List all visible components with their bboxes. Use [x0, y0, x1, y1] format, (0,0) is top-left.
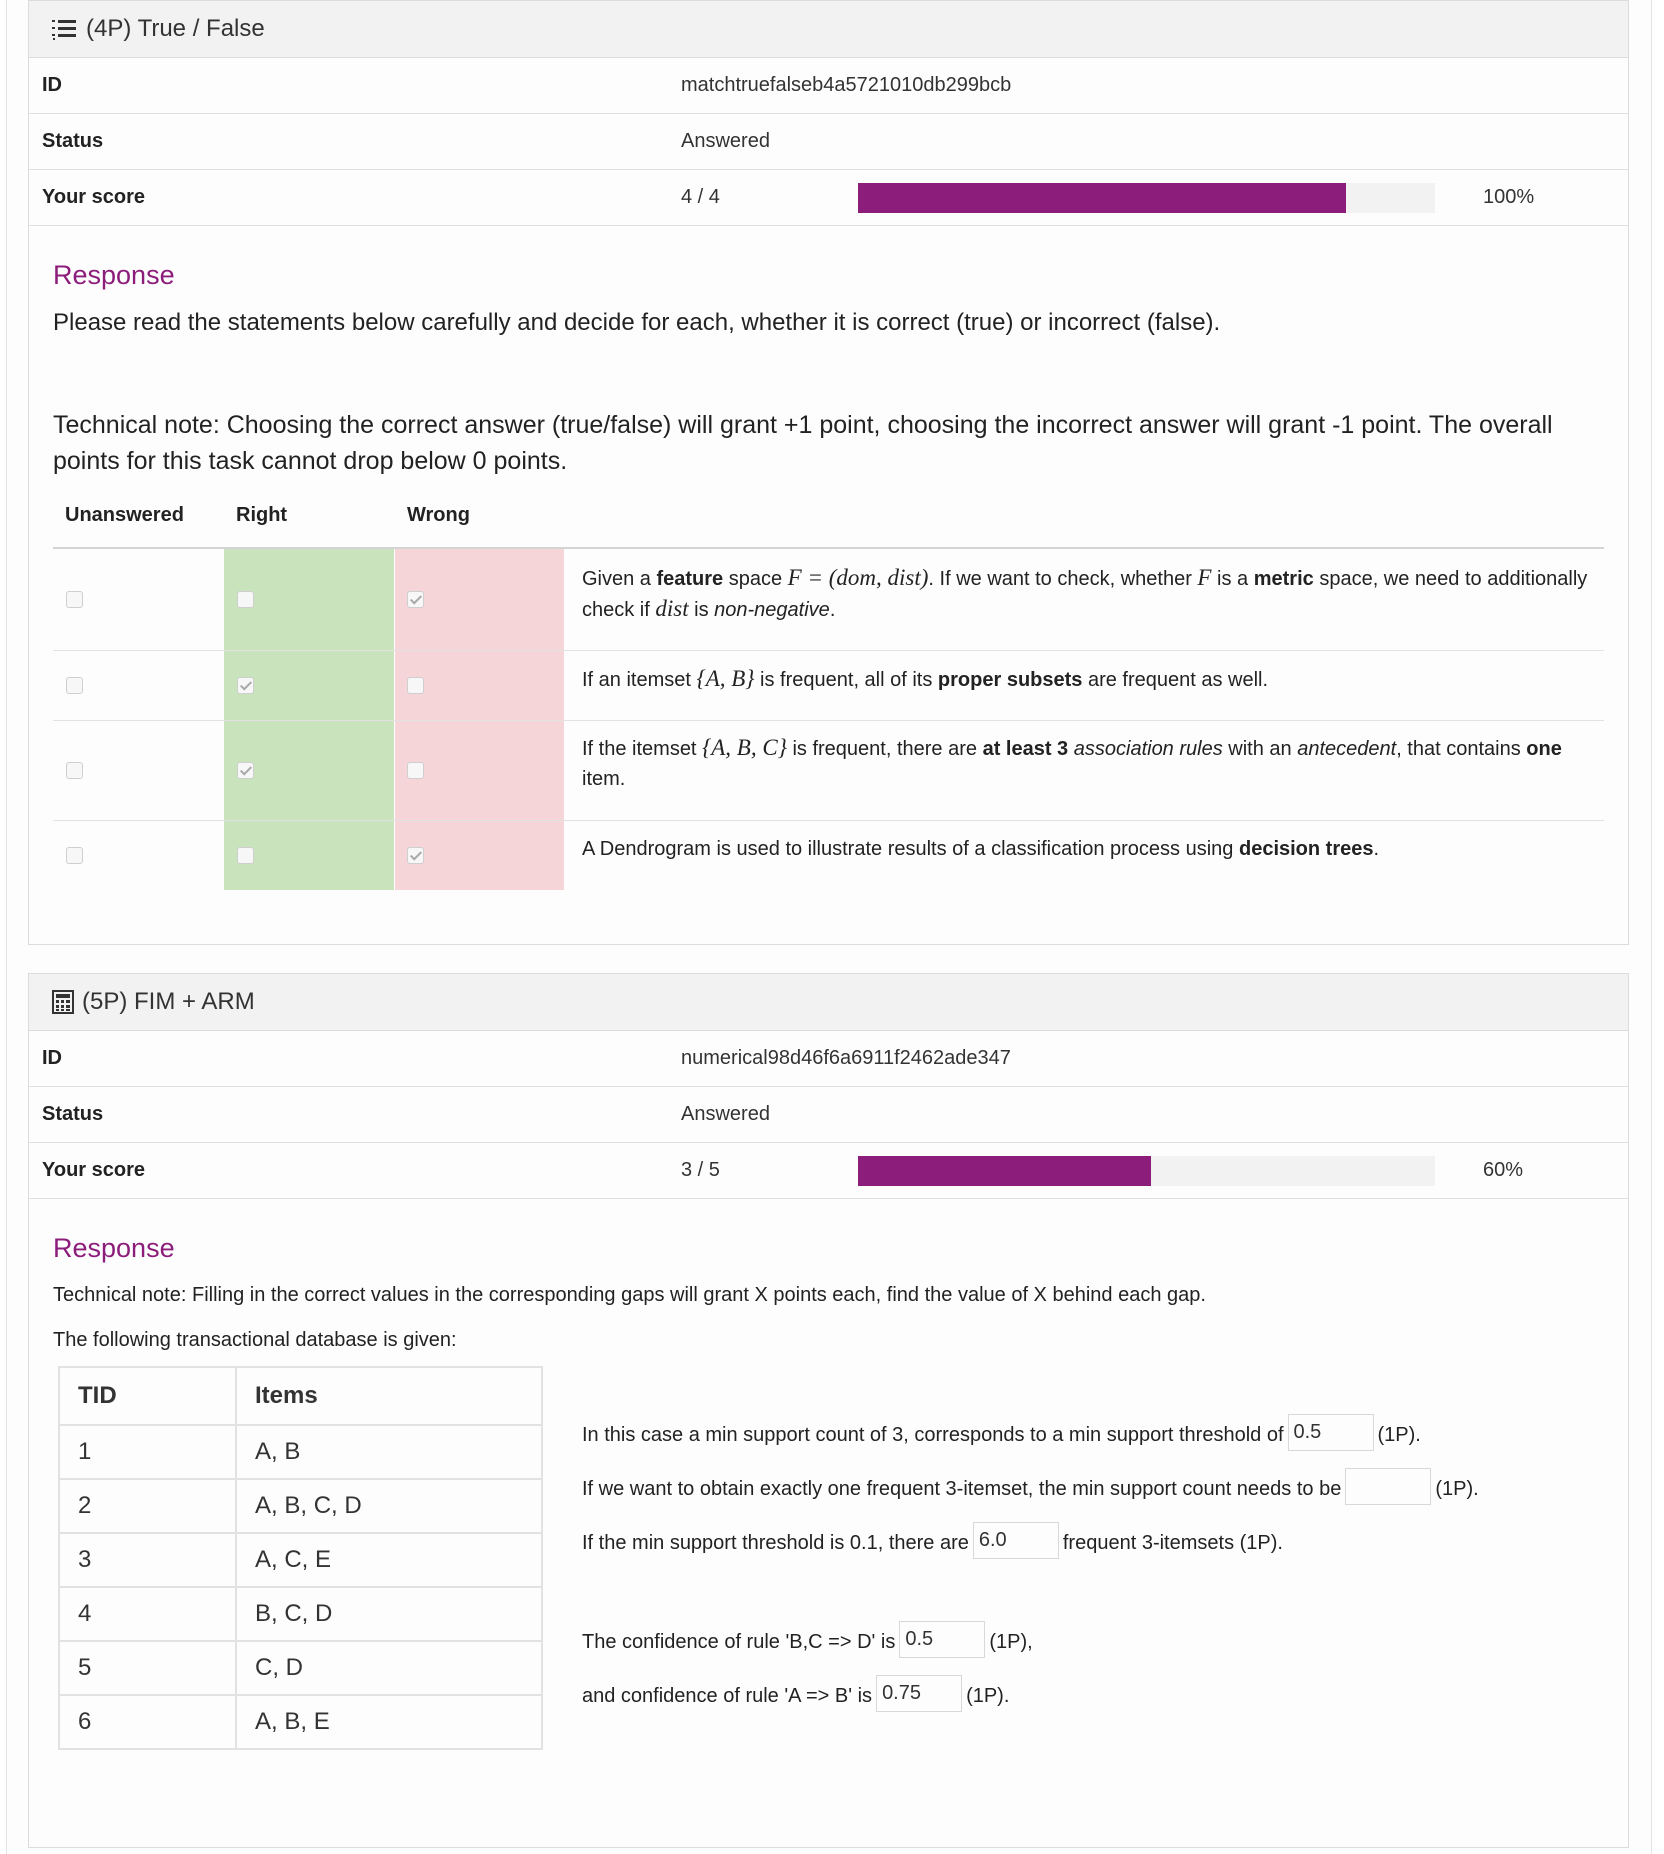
table-row: 3 A, C, E [58, 1532, 543, 1588]
status-value: Answered [681, 1103, 770, 1125]
score-value: 4 / 4 [681, 186, 720, 208]
score-value: 3 / 5 [681, 1159, 720, 1181]
col-wrong: Wrong [407, 504, 470, 526]
id-label: ID [42, 1047, 62, 1069]
status-row: Status Answered [29, 1087, 1628, 1143]
checkbox-right-2[interactable] [237, 677, 254, 694]
score-percent: 100% [1483, 186, 1535, 208]
cell-items: A, B, E [235, 1694, 543, 1750]
statement-4: A Dendrogram is used to illustrate resul… [582, 838, 1380, 860]
gap-line-3: If the min support threshold is 0.1, the… [582, 1522, 1283, 1562]
divider [53, 650, 1604, 651]
gap-input-5[interactable]: 0.75 [876, 1675, 963, 1712]
checkbox-right-3[interactable] [237, 762, 254, 779]
header-tid: TID [58, 1366, 237, 1426]
score-label: Your score [42, 1159, 145, 1181]
id-value: matchtruefalseb4a5721010db299bcb [681, 74, 1012, 96]
transaction-table: TID Items 1 A, B 2 A, B, C, D 3 A, C, E 4 B,… [58, 1366, 543, 1750]
cell-items: B, C, D [235, 1586, 543, 1642]
status-row: Status Answered [29, 114, 1628, 170]
technical-note: Technical note: Filling in the correct v… [53, 1284, 1206, 1306]
header-items: Items [235, 1366, 543, 1426]
list-ordered-icon [52, 20, 76, 40]
checkbox-wrong-2[interactable] [407, 677, 424, 694]
table-row: 1 A, B [58, 1424, 543, 1480]
task-intro: Please read the statements below careful… [53, 309, 1221, 336]
score-row: Your score 3 / 5 60% [29, 1143, 1628, 1199]
table-row: 2 A, B, C, D [58, 1478, 543, 1534]
status-label: Status [42, 130, 104, 152]
score-label: Your score [42, 186, 145, 208]
cell-tid: 5 [58, 1640, 237, 1696]
checkbox-unanswered-4[interactable] [66, 847, 83, 864]
status-label: Status [42, 1103, 104, 1125]
table-header-row: TID Items [58, 1366, 543, 1426]
cell-items: A, B, C, D [235, 1478, 543, 1534]
score-progress-fill [858, 1156, 1151, 1186]
id-row: ID numerical98d46f6a6911f2462ade347 [29, 1031, 1628, 1087]
response-heading: Response [53, 260, 175, 290]
status-value: Answered [681, 130, 770, 152]
task-title: (5P) FIM + ARM [82, 988, 255, 1015]
cell-tid: 1 [58, 1424, 237, 1480]
task-header: (5P) FIM + ARM [29, 974, 1628, 1031]
id-label: ID [42, 74, 62, 96]
cell-tid: 2 [58, 1478, 237, 1534]
database-intro: The following transactional database is … [53, 1329, 457, 1351]
divider [53, 820, 1604, 821]
gap-input-1[interactable]: 0.5 [1287, 1414, 1374, 1451]
cell-tid: 6 [58, 1694, 237, 1750]
gap-line-1: In this case a min support count of 3, c… [582, 1414, 1421, 1454]
checkbox-wrong-1[interactable] [407, 591, 424, 608]
id-value: numerical98d46f6a6911f2462ade347 [681, 1047, 1011, 1069]
cell-items: A, B [235, 1424, 543, 1480]
checkbox-right-1[interactable] [237, 591, 254, 608]
calculator-icon [52, 990, 74, 1014]
gap-input-3[interactable]: 6.0 [972, 1522, 1059, 1559]
checkbox-wrong-4[interactable] [407, 847, 424, 864]
gap-input-4[interactable]: 0.5 [899, 1621, 986, 1658]
gap-line-2: If we want to obtain exactly one frequen… [582, 1468, 1479, 1508]
cell-items: A, C, E [235, 1532, 543, 1588]
checkbox-right-4[interactable] [237, 847, 254, 864]
cell-tid: 4 [58, 1586, 237, 1642]
task-header: (4P) True / False [29, 1, 1628, 58]
table-row: 4 B, C, D [58, 1586, 543, 1642]
score-row: Your score 4 / 4 100% [29, 170, 1628, 226]
score-progress-bar [858, 183, 1435, 213]
statement-2: If an itemset {A, B} is frequent, all of… [582, 666, 1269, 691]
checkbox-unanswered-1[interactable] [66, 591, 83, 608]
col-right: Right [236, 504, 288, 526]
checkbox-unanswered-3[interactable] [66, 762, 83, 779]
task-title: (4P) True / False [86, 15, 265, 42]
gap-line-4: The confidence of rule 'B,C => D' is 0.5(… [582, 1621, 1033, 1661]
col-unanswered: Unanswered [65, 504, 184, 526]
score-percent: 60% [1483, 1159, 1524, 1181]
cell-tid: 3 [58, 1532, 237, 1588]
statement-3: If the itemset {A, B, C} is frequent, th… [582, 735, 1562, 790]
technical-note: Technical note: Choosing the correct ans… [53, 411, 1553, 475]
gap-line-5: and confidence of rule 'A => B' is 0.75 (1… [582, 1675, 1009, 1715]
checkbox-unanswered-2[interactable] [66, 677, 83, 694]
task-panel-fim-arm: (5P) FIM + ARM ID numerical98d46f6a6911f… [28, 973, 1629, 1848]
response-heading: Response [53, 1233, 175, 1263]
id-row: ID matchtruefalseb4a5721010db299bcb [29, 58, 1628, 114]
score-progress-bar [858, 1156, 1435, 1186]
task-panel-true-false: (4P) True / False ID matchtruefalseb4a57… [28, 0, 1629, 945]
score-progress-fill [858, 183, 1346, 213]
table-row: 5 C, D [58, 1640, 543, 1696]
table-row: 6 A, B, E [58, 1694, 543, 1750]
divider [53, 720, 1604, 721]
gap-input-2[interactable] [1345, 1468, 1432, 1505]
checkbox-wrong-3[interactable] [407, 762, 424, 779]
cell-items: C, D [235, 1640, 543, 1696]
statement-1: Given a feature space F = (dom, dist). I… [582, 565, 1588, 621]
